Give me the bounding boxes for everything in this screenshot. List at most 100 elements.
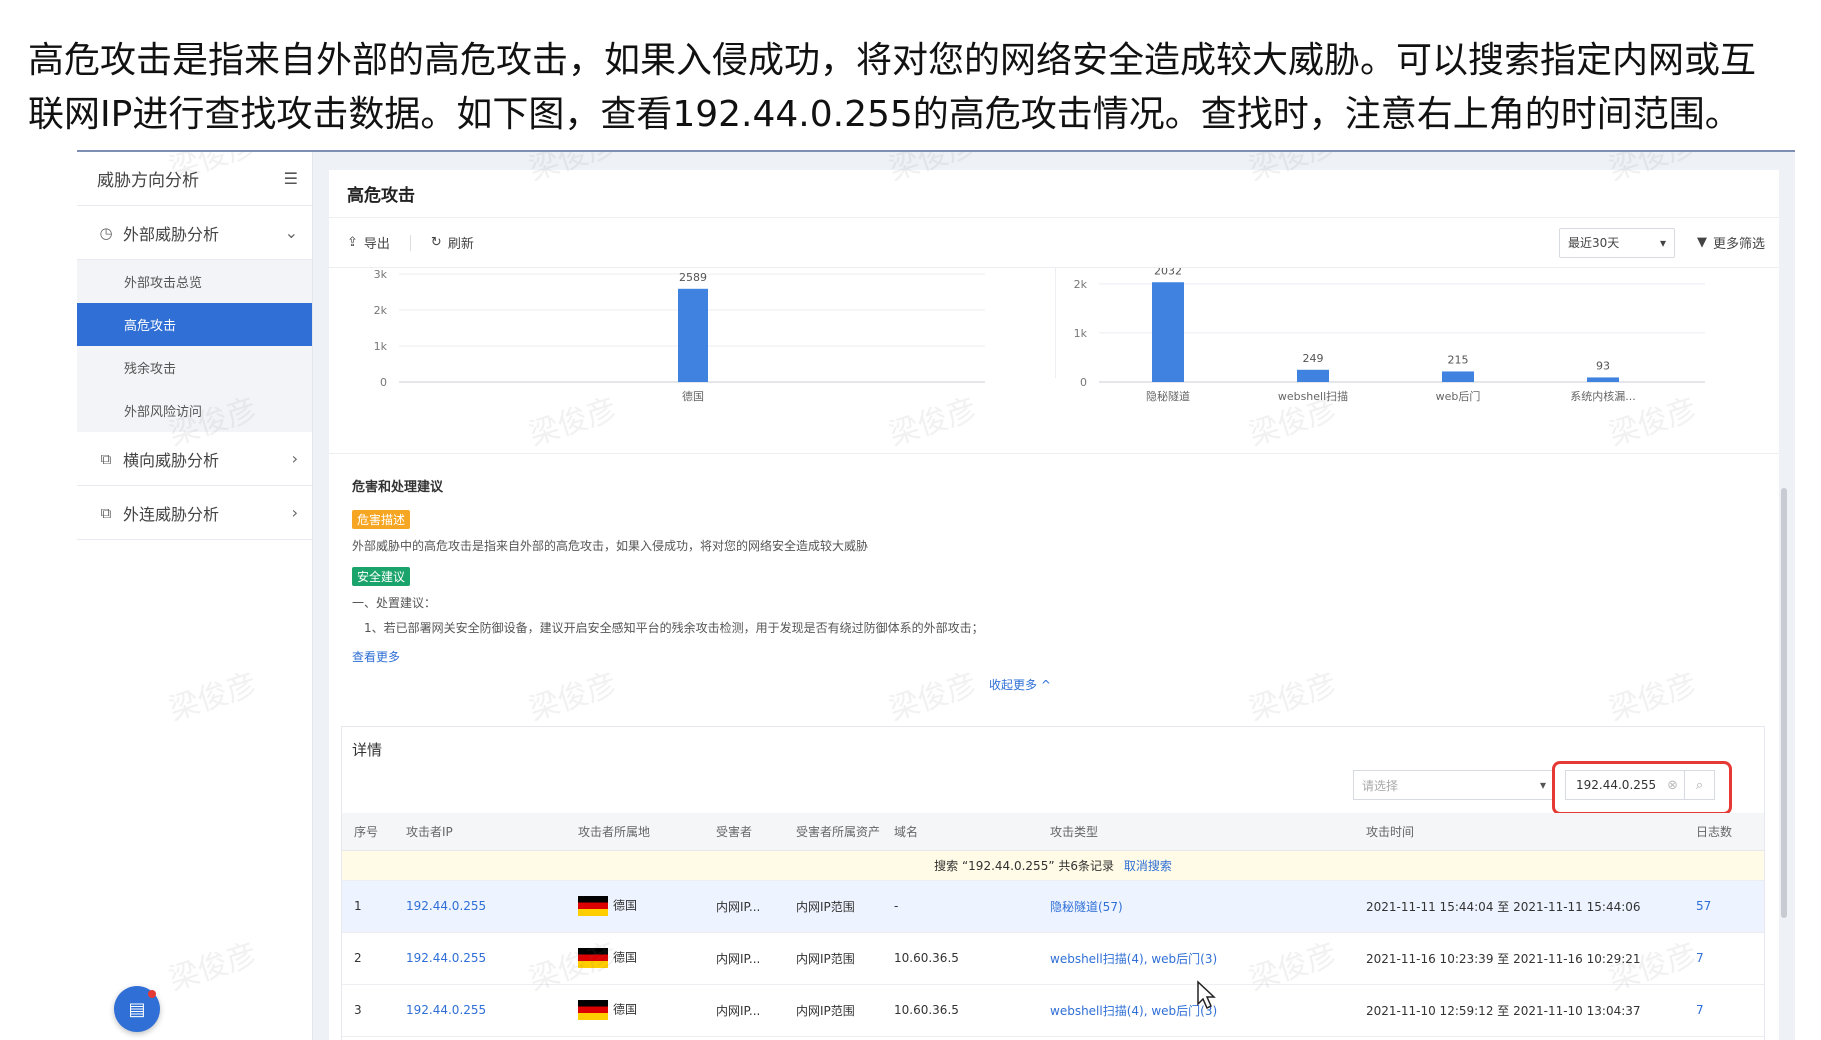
col-victim-asset: 受害者所属资产 (784, 813, 882, 851)
page-title: 高危攻击 (329, 170, 1779, 218)
time-range-select[interactable]: 最近30天 ▾ (1558, 227, 1675, 258)
search-notice: 搜索 “192.44.0.255” 共6条记录 取消搜索 (342, 850, 1764, 881)
collapse-more-link[interactable]: 收起更多 ^ (989, 676, 1051, 693)
see-more-link[interactable]: 查看更多 (352, 648, 1767, 665)
bar (678, 288, 708, 382)
cell-location-text: 德国 (613, 1002, 638, 1017)
cell-victim: 内网IP... (704, 932, 784, 985)
table-row[interactable]: 2 192.44.0.255 德国 内网IP... 内网IP范围 10.60.3… (342, 932, 1764, 985)
col-attack-time: 攻击时间 (1354, 813, 1684, 851)
col-no: 序号 (342, 813, 394, 851)
sidebar-title: 威胁方向分析 (97, 171, 199, 191)
sidebar-item-residual[interactable]: 残余攻击 (77, 346, 312, 389)
cell-attacker-ip[interactable]: 192.44.0.255 (394, 984, 566, 1037)
feedback-fab-button[interactable]: ▤ (114, 986, 160, 1032)
export-button[interactable]: ⇪ 导出 (347, 233, 390, 252)
highlight-box (1552, 761, 1732, 815)
more-filter-button[interactable]: ▼ 更多筛选 (1697, 233, 1765, 252)
cell-no: 3 (342, 984, 394, 1037)
bar-value-label: 93 (1596, 359, 1610, 372)
details-panel: 详情 请选择 ▾ 192.44.0.255 ⊗ ⌕ 序号 攻击者IP 攻击者所属… (341, 726, 1765, 1040)
lateral-icon: ⧉ (100, 449, 112, 468)
field-select-placeholder: 请选择 (1362, 778, 1399, 793)
y-tick-label: 0 (380, 376, 387, 389)
sidebar-group-external[interactable]: ◷ 外部威胁分析 ⌄ (77, 206, 312, 260)
cell-attacker-ip[interactable]: 192.44.0.255 (394, 880, 566, 933)
vertical-scrollbar[interactable] (1781, 488, 1787, 918)
cell-attack-time: 2021-11-10 12:59:12 至 2021-11-10 13:04:3… (1354, 984, 1684, 1037)
cell-log-count[interactable]: 7 (1684, 984, 1764, 1037)
y-tick-label: 1k (1074, 327, 1088, 340)
time-range-value: 最近30天 (1567, 236, 1620, 250)
export-label: 导出 (363, 237, 390, 252)
field-select[interactable]: 请选择 ▾ (1353, 770, 1555, 800)
cell-location-text: 德国 (613, 950, 638, 965)
cell-victim: 内网IP... (704, 880, 784, 933)
dropdown-arrow-icon: ▾ (1539, 778, 1546, 792)
cell-attack-type[interactable]: 隐秘隧道(57) (1038, 880, 1354, 933)
toolbar-divider (409, 234, 411, 251)
search-notice-text: 搜索 “192.44.0.255” 共6条记录 (934, 858, 1114, 873)
chevron-right-icon: › (291, 449, 298, 468)
table-row[interactable]: 1 192.44.0.255 德国 内网IP... 内网IP范围 - 隐秘隧道(… (342, 880, 1764, 933)
refresh-icon: ↻ (430, 235, 442, 250)
table-header-row: 序号 攻击者IP 攻击者所属地 受害者 受害者所属资产 域名 攻击类型 攻击时间… (342, 813, 1764, 851)
cell-attack-type[interactable]: webshell扫描(4), web后门(3) (1038, 932, 1354, 985)
suggest-item: 1、若已部署网关安全防御设备，建议开启安全感知平台的残余攻击检测，用于发现是否有… (364, 621, 984, 635)
cell-location: 德国 (566, 984, 704, 1037)
suggest-tag: 安全建议 (352, 567, 411, 586)
bar-value-label: 2589 (679, 271, 707, 284)
cell-log-count[interactable]: 7 (1684, 932, 1764, 985)
cell-attacker-ip[interactable]: 192.44.0.255 (394, 932, 566, 985)
refresh-button[interactable]: ↻ 刷新 (431, 233, 474, 252)
y-tick-label: 0 (1080, 376, 1087, 389)
sidebar-item-high-risk[interactable]: 高危攻击 (77, 303, 312, 346)
cell-log-count[interactable]: 57 (1684, 880, 1764, 933)
details-table: 序号 攻击者IP 攻击者所属地 受害者 受害者所属资产 域名 攻击类型 攻击时间… (342, 813, 1764, 1037)
main-panel: 高危攻击 ⇪ 导出 ↻ 刷新 最近30天 ▾ ▼ 更多筛选 0 1k 2k 3k… (329, 170, 1787, 1040)
message-icon: ▤ (128, 998, 146, 1020)
bar-value-label: 215 (1448, 353, 1469, 366)
y-tick-label: 3k (374, 268, 388, 281)
sidebar-group-outbound[interactable]: ⧉ 外连威胁分析 › (77, 486, 312, 540)
cell-no: 2 (342, 932, 394, 985)
bar (1442, 371, 1474, 382)
y-tick-label: 2k (1074, 278, 1088, 291)
harm-text: 外部威胁中的高危攻击是指来自外部的高危攻击，如果入侵成功，将对您的网络安全造成较… (352, 539, 869, 553)
cell-location: 德国 (566, 880, 704, 933)
col-attack-type: 攻击类型 (1038, 813, 1354, 851)
cancel-search-link[interactable]: 取消搜索 (1124, 859, 1172, 873)
dropdown-arrow-icon: ▾ (1659, 235, 1666, 250)
sidebar-item-risk-access[interactable]: 外部风险访问 (77, 389, 312, 432)
chevron-right-icon: › (291, 503, 298, 522)
sidebar-group-lateral[interactable]: ⧉ 横向威胁分析 › (77, 432, 312, 486)
cell-domain: 10.60.36.5 (882, 984, 1038, 1037)
cell-victim: 内网IP... (704, 984, 784, 1037)
collapse-menu-icon[interactable]: ☰ (284, 169, 298, 188)
advice-section: 危害和处理建议 危害描述 外部威胁中的高危攻击是指来自外部的高危攻击，如果入侵成… (329, 454, 1779, 712)
bar (1297, 369, 1329, 382)
table-row[interactable]: 3 192.44.0.255 德国 内网IP... 内网IP范围 10.60.3… (342, 984, 1764, 1037)
outbound-icon: ⧉ (100, 503, 112, 522)
y-tick-label: 1k (374, 340, 388, 353)
sidebar-item-overview[interactable]: 外部攻击总览 (77, 260, 312, 303)
advice-title: 危害和处理建议 (352, 480, 444, 495)
mouse-cursor-icon (1197, 980, 1216, 1010)
search-notice-row: 搜索 “192.44.0.255” 共6条记录 取消搜索 (342, 850, 1764, 881)
cell-domain: 10.60.36.5 (882, 932, 1038, 985)
clock-icon: ◷ (99, 223, 113, 242)
notification-dot (148, 990, 156, 998)
cell-no: 1 (342, 880, 394, 933)
x-tick-label: web后门 (1436, 389, 1481, 403)
attack-type-bar-chart: 0 1k 2k 2032 隐秘隧道 249 webshell扫描 215 web后门 93 系统内核… (1074, 268, 1705, 403)
x-tick-label: 隐秘隧道 (1146, 389, 1190, 403)
toolbar: ⇪ 导出 ↻ 刷新 最近30天 ▾ ▼ 更多筛选 (329, 218, 1779, 268)
cell-asset: 内网IP范围 (784, 880, 882, 933)
suggest-heading: 一、处置建议： (352, 596, 437, 610)
cell-attack-time: 2021-11-11 15:44:04 至 2021-11-11 15:44:0… (1354, 880, 1684, 933)
bar-value-label: 2032 (1154, 268, 1182, 277)
caption-line-1: 高危攻击是指来自外部的高危攻击，如果入侵成功，将对您的网络安全造成较大威胁。可以… (28, 40, 1757, 81)
sidebar-group-label: 外部威胁分析 (123, 224, 220, 244)
bar-value-label: 249 (1303, 352, 1324, 365)
cell-attack-time: 2021-11-16 10:23:39 至 2021-11-16 10:29:2… (1354, 932, 1684, 985)
